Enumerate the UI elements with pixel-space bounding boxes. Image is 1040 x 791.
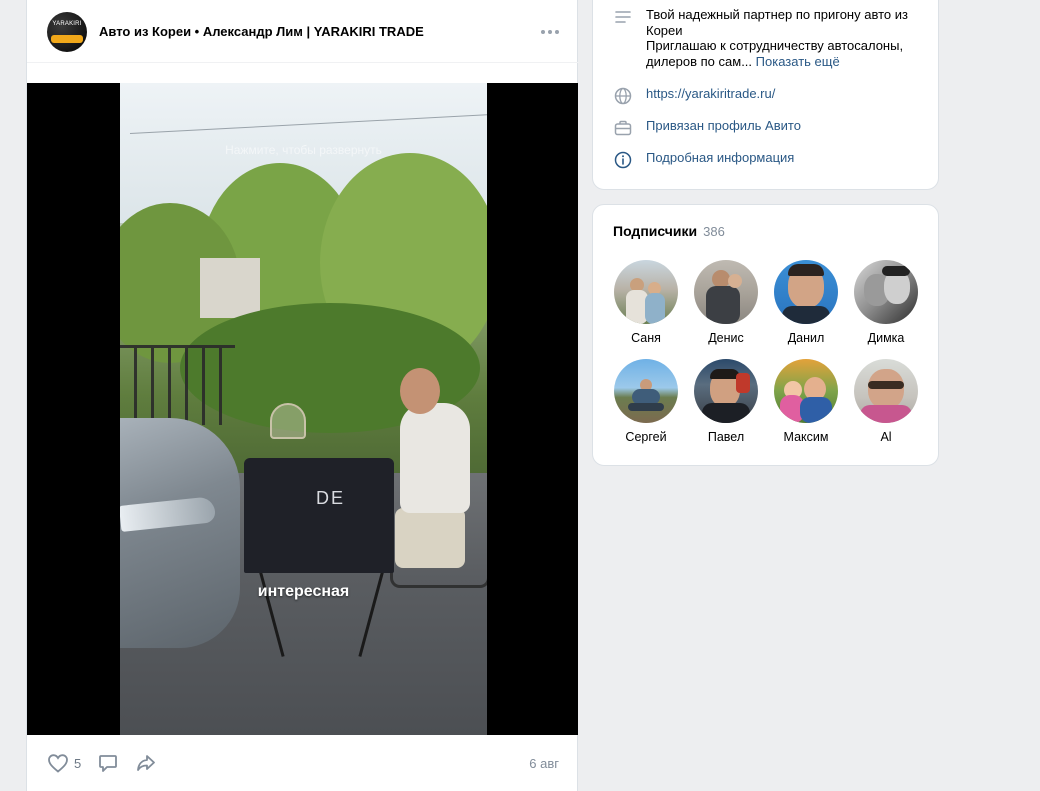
- subscriber-item[interactable]: Павел: [691, 359, 761, 444]
- post-header: YARAKIRI Авто из Кореи • Александр Лим |…: [27, 1, 579, 63]
- subscribers-count: 386: [703, 224, 725, 239]
- info-avito: Привязан профиль Авито: [613, 118, 801, 138]
- subscriber-item[interactable]: Димка: [851, 260, 921, 345]
- community-avatar[interactable]: YARAKIRI: [47, 11, 87, 52]
- comment-button[interactable]: [97, 752, 119, 774]
- details-link[interactable]: Подробная информация: [646, 150, 794, 165]
- subscriber-item[interactable]: Максим: [771, 359, 841, 444]
- subscriber-name: Димка: [867, 331, 905, 345]
- website-link[interactable]: https://yarakiritrade.ru/: [646, 86, 775, 101]
- avatar: [854, 260, 918, 324]
- share-button[interactable]: [135, 752, 157, 774]
- subscriber-item[interactable]: Саня: [611, 260, 681, 345]
- subscriber-name: Al: [880, 430, 892, 444]
- subscriber-name: Денис: [708, 331, 744, 345]
- comment-icon: [99, 755, 118, 772]
- subscribers-card: Подписчики 386 Саня Денис Данил Димка Се…: [592, 204, 939, 466]
- subscriber-name: Павел: [707, 430, 745, 444]
- more-icon[interactable]: [541, 29, 559, 34]
- subscriber-item[interactable]: Данил: [771, 260, 841, 345]
- share-icon: [137, 755, 156, 771]
- info-description: Твой надежный партнер по пригону авто из…: [613, 7, 921, 69]
- post-date[interactable]: 6 авг: [529, 756, 559, 771]
- avatar: [614, 359, 678, 423]
- video-frame[interactable]: DE Нажмите, чтобы развернуть интересная: [120, 83, 487, 735]
- briefcase-icon: [614, 120, 632, 136]
- avatar: [694, 359, 758, 423]
- subscriber-item[interactable]: Al: [851, 359, 921, 444]
- description-line1: Твой надежный партнер по пригону авто из…: [646, 7, 908, 38]
- like-button[interactable]: 5: [47, 753, 81, 773]
- info-details: Подробная информация: [613, 150, 794, 170]
- subscriber-item[interactable]: Денис: [691, 260, 761, 345]
- subscriber-item[interactable]: Сергей: [611, 359, 681, 444]
- like-count: 5: [74, 755, 82, 771]
- post-footer: 5 6 авг: [27, 735, 579, 791]
- video-hint: Нажмите, чтобы развернуть: [225, 143, 382, 157]
- subscriber-name: Саня: [631, 331, 661, 345]
- show-more-link[interactable]: Показать ещё: [756, 54, 840, 69]
- avito-link[interactable]: Привязан профиль Авито: [646, 118, 801, 133]
- avatar: [774, 359, 838, 423]
- subscribers-header[interactable]: Подписчики 386: [613, 223, 725, 239]
- video-subtitle: интересная: [257, 583, 350, 600]
- globe-icon: [614, 87, 632, 105]
- heart-icon: [48, 754, 68, 773]
- video-player[interactable]: DE Нажмите, чтобы развернуть интересная: [27, 83, 578, 735]
- subscribers-title: Подписчики: [613, 223, 698, 239]
- table-print: DE: [316, 488, 346, 508]
- description-icon: [615, 11, 631, 23]
- post-card: YARAKIRI Авто из Кореи • Александр Лим |…: [26, 0, 579, 791]
- avatar: [774, 260, 838, 324]
- post-author[interactable]: Авто из Кореи • Александр Лим | YARAKIRI…: [99, 24, 541, 39]
- avatar: [694, 260, 758, 324]
- info-website: https://yarakiritrade.ru/: [613, 86, 775, 106]
- avatar: [614, 260, 678, 324]
- subscriber-name: Сергей: [625, 430, 667, 444]
- avatar: [854, 359, 918, 423]
- subscriber-name: Данил: [787, 331, 825, 345]
- community-info-card: Твой надежный партнер по пригону авто из…: [592, 0, 939, 190]
- info-icon: [614, 151, 632, 169]
- subscriber-name: Максим: [783, 430, 829, 444]
